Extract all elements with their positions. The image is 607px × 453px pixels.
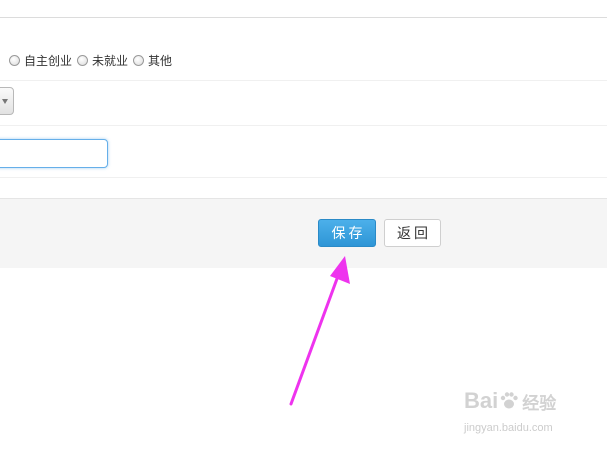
employment-radio-group: 自主创业 未就业 其他 — [9, 51, 177, 69]
watermark-brand-right: 经验 — [522, 393, 557, 414]
watermark-logo: Bai 经验 — [464, 388, 556, 414]
radio-label: 自主创业 — [24, 53, 73, 68]
radio-label: 未就业 — [92, 53, 129, 68]
row-divider — [0, 125, 607, 126]
row-divider — [0, 177, 607, 178]
form-actions-bar — [0, 198, 607, 268]
radio-label: 其他 — [148, 53, 173, 68]
radio-button[interactable] — [133, 54, 145, 66]
dropdown-select[interactable] — [0, 87, 14, 115]
baidu-jingyan-watermark: Bai 经验 jingyan.baidu.com — [462, 384, 602, 440]
paw-icon — [501, 392, 518, 409]
radio-option-unemployed[interactable]: 未就业 — [77, 52, 128, 69]
watermark-url: jingyan.baidu.com — [464, 422, 553, 434]
radio-option-other[interactable]: 其他 — [133, 52, 172, 69]
row-divider — [0, 80, 607, 81]
radio-button[interactable] — [9, 54, 20, 66]
radio-option-self-employed[interactable]: 自主创业 — [9, 52, 72, 69]
back-button[interactable]: 返回 — [384, 219, 441, 247]
caret-down-icon — [2, 99, 8, 104]
watermark-brand-left: Bai — [464, 388, 499, 413]
save-button[interactable]: 保存 — [318, 219, 376, 247]
form-top-border — [0, 17, 607, 18]
radio-button[interactable] — [77, 54, 89, 66]
text-input-field[interactable] — [0, 139, 108, 168]
